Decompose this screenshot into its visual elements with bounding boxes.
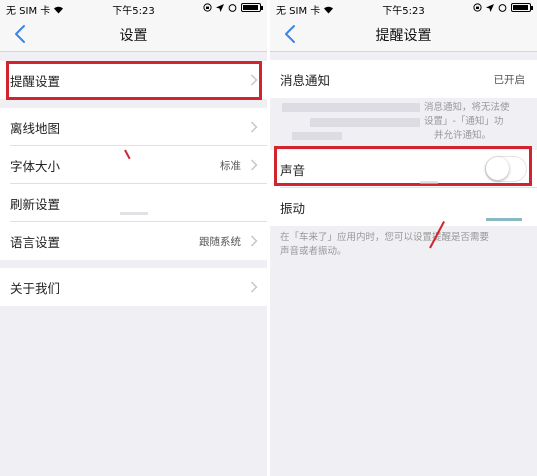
- notification-help-text: 消息通知，将无法使 设置」-「通知」功 并允许通知。: [424, 102, 510, 141]
- highlight-box: [274, 146, 532, 186]
- blur-smudge: [486, 218, 522, 221]
- chevron-right-icon: [251, 281, 258, 293]
- settings-item-label: 关于我们: [10, 280, 61, 296]
- chevron-right-icon: [251, 121, 258, 133]
- vibrate-label: 振动: [280, 200, 306, 216]
- alarm-icon: [228, 4, 237, 12]
- message-notification-row[interactable]: 消息通知 已开启: [270, 60, 537, 98]
- nav-bar: 设置: [0, 16, 267, 52]
- language-value: 跟随系统: [199, 236, 241, 248]
- settings-item-label: 语言设置: [10, 234, 61, 250]
- blur-smudge: [292, 132, 342, 140]
- vibrate-help-text: 在「车来了」应用内时，您可以设置提醒是否需要 声音或者振动。: [280, 232, 490, 257]
- settings-item-label: 刷新设置: [10, 196, 61, 212]
- settings-item-label: 离线地图: [10, 120, 61, 136]
- status-bar: 无 SIM 卡 下午5:23: [0, 0, 267, 17]
- settings-item-refresh[interactable]: 刷新设置: [0, 184, 267, 222]
- lock-rotation-icon: [473, 3, 482, 12]
- battery-icon: [511, 3, 533, 12]
- settings-item-language[interactable]: 语言设置 跟随系统: [0, 222, 267, 260]
- location-icon: [486, 3, 494, 12]
- lock-rotation-icon: [203, 3, 212, 12]
- page-title: 提醒设置: [375, 28, 432, 44]
- blur-smudge: [420, 181, 438, 184]
- settings-screen: 无 SIM 卡 下午5:23 设置 提醒设置 离线地图 字体大小 标准 刷新设置…: [0, 0, 267, 476]
- nav-bar: 提醒设置: [270, 16, 537, 52]
- blur-smudge: [282, 103, 420, 112]
- alarm-icon: [498, 4, 507, 12]
- settings-item-about[interactable]: 关于我们: [0, 268, 267, 306]
- settings-item-font-size[interactable]: 字体大小 标准: [0, 146, 267, 184]
- chevron-right-icon: [251, 235, 258, 247]
- blur-smudge: [310, 118, 420, 127]
- settings-item-label: 字体大小: [10, 158, 61, 174]
- location-icon: [216, 3, 224, 12]
- reminder-settings-screen: 无 SIM 卡 下午5:23 提醒设置 消息通知 已开启 消息通知，将无法使 设…: [270, 0, 537, 476]
- notification-label: 消息通知: [280, 72, 331, 88]
- chevron-right-icon: [251, 159, 258, 171]
- status-bar: 无 SIM 卡 下午5:23: [270, 0, 537, 17]
- blur-smudge: [120, 212, 148, 215]
- settings-item-offline-map[interactable]: 离线地图: [0, 108, 267, 146]
- page-title: 设置: [119, 28, 148, 44]
- notification-status: 已开启: [493, 74, 526, 86]
- battery-icon: [241, 3, 263, 12]
- font-size-value: 标准: [220, 160, 241, 172]
- highlight-box: [6, 61, 262, 100]
